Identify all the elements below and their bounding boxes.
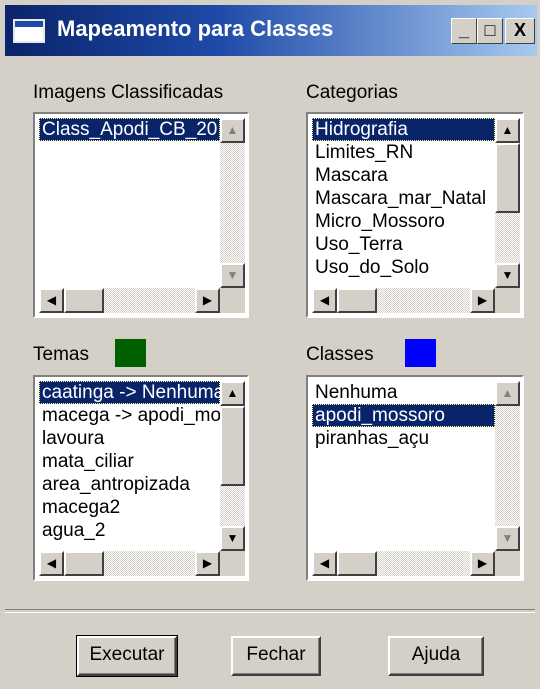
window-icon	[13, 19, 45, 43]
images-horizontal-scrollbar[interactable]: ◀ ▶	[39, 288, 220, 313]
scroll-left-arrow-icon[interactable]: ◀	[312, 551, 337, 576]
classes-list: Nenhuma apodi_mossoro piranhas_açu	[312, 381, 495, 551]
categories-list: Hidrografia Limites_RN Mascara Mascara_mar_…	[312, 118, 495, 288]
scroll-right-arrow-icon[interactable]: ▶	[195, 288, 220, 313]
images-vertical-scrollbar[interactable]: ▲ ▼	[220, 118, 245, 288]
list-item[interactable]: Uso_do_Solo	[312, 256, 495, 279]
images-label: Imagens Classificadas	[33, 82, 224, 103]
window-title: Mapeamento para Classes	[57, 16, 334, 41]
scroll-up-arrow-icon[interactable]: ▲	[220, 381, 245, 406]
themes-listbox[interactable]: caatinga -> Nenhumamacega -> apodi_mosso…	[33, 375, 249, 581]
minimize-button[interactable]: _	[451, 18, 477, 44]
list-item[interactable]: piranhas_açu	[312, 427, 495, 450]
themes-label: Temas	[33, 344, 89, 365]
scroll-left-arrow-icon[interactable]: ◀	[39, 288, 64, 313]
list-item[interactable]: lavoura	[39, 427, 220, 450]
list-item[interactable]: Nenhuma	[312, 381, 495, 404]
maximize-button[interactable]: □	[477, 18, 503, 44]
scroll-corner	[495, 288, 520, 313]
images-list: Class_Apodi_CB_20	[39, 118, 220, 288]
classes-vertical-scrollbar[interactable]: ▲ ▼	[495, 381, 520, 551]
scroll-left-arrow-icon[interactable]: ◀	[312, 288, 337, 313]
images-listbox[interactable]: Class_Apodi_CB_20 ▲ ▼ ◀ ▶	[33, 112, 249, 318]
scroll-thumb[interactable]	[64, 288, 104, 313]
scroll-corner	[220, 288, 245, 313]
scroll-right-arrow-icon[interactable]: ▶	[195, 551, 220, 576]
scroll-left-arrow-icon[interactable]: ◀	[39, 551, 64, 576]
scroll-up-arrow-icon[interactable]: ▲	[495, 381, 520, 406]
scroll-thumb[interactable]	[337, 288, 377, 313]
list-item[interactable]: macega2	[39, 496, 220, 519]
list-item[interactable]: Mascara_mar_Natal	[312, 187, 495, 210]
class-color-swatch[interactable]	[405, 339, 436, 367]
categories-horizontal-scrollbar[interactable]: ◀ ▶	[312, 288, 495, 313]
list-item[interactable]: Micro_Mossoro	[312, 210, 495, 233]
themes-vertical-scrollbar[interactable]: ▲ ▼	[220, 381, 245, 551]
help-button[interactable]: Ajuda	[388, 636, 484, 676]
list-item[interactable]: caatinga -> Nenhuma	[39, 381, 220, 404]
scroll-thumb[interactable]	[337, 551, 377, 576]
scroll-thumb[interactable]	[220, 406, 245, 486]
list-item[interactable]: Class_Apodi_CB_20	[39, 118, 220, 141]
list-item[interactable]: agua_2	[39, 519, 220, 542]
list-item[interactable]: Mascara	[312, 164, 495, 187]
themes-list: caatinga -> Nenhumamacega -> apodi_mosso…	[39, 381, 220, 551]
categories-label: Categorias	[306, 82, 398, 103]
list-item[interactable]: mata_ciliar	[39, 450, 220, 473]
categories-vertical-scrollbar[interactable]: ▲ ▼	[495, 118, 520, 288]
list-item[interactable]: macega -> apodi_mossoro	[39, 404, 220, 427]
separator	[5, 609, 535, 613]
classes-listbox[interactable]: Nenhuma apodi_mossoro piranhas_açu ▲ ▼ ◀ ▶	[306, 375, 524, 581]
scroll-up-arrow-icon[interactable]: ▲	[220, 118, 245, 143]
scroll-down-arrow-icon[interactable]: ▼	[495, 526, 520, 551]
close-window-button[interactable]: X	[505, 18, 535, 44]
categories-listbox[interactable]: Hidrografia Limites_RN Mascara Mascara_mar_…	[306, 112, 524, 318]
dialog-window: Mapeamento para Classes _ □ X Imagens Cl…	[0, 0, 540, 689]
theme-color-swatch[interactable]	[115, 339, 146, 367]
scroll-thumb[interactable]	[64, 551, 104, 576]
scroll-down-arrow-icon[interactable]: ▼	[220, 526, 245, 551]
classes-label: Classes	[306, 344, 374, 365]
list-item[interactable]: area_antropizada	[39, 473, 220, 496]
scroll-corner	[220, 551, 245, 576]
list-item[interactable]: apodi_mossoro	[312, 404, 495, 427]
scroll-down-arrow-icon[interactable]: ▼	[495, 263, 520, 288]
execute-button[interactable]: Executar	[76, 635, 178, 677]
themes-horizontal-scrollbar[interactable]: ◀ ▶	[39, 551, 220, 576]
classes-horizontal-scrollbar[interactable]: ◀ ▶	[312, 551, 495, 576]
list-item[interactable]: Hidrografia	[312, 118, 495, 141]
scroll-thumb[interactable]	[495, 143, 520, 213]
scroll-down-arrow-icon[interactable]: ▼	[220, 263, 245, 288]
scroll-up-arrow-icon[interactable]: ▲	[495, 118, 520, 143]
scroll-corner	[495, 551, 520, 576]
title-bar[interactable]: Mapeamento para Classes _ □ X	[5, 5, 537, 56]
list-item[interactable]: Limites_RN	[312, 141, 495, 164]
scroll-right-arrow-icon[interactable]: ▶	[470, 288, 495, 313]
close-button[interactable]: Fechar	[231, 636, 321, 676]
list-item[interactable]: Uso_Terra	[312, 233, 495, 256]
scroll-right-arrow-icon[interactable]: ▶	[470, 551, 495, 576]
